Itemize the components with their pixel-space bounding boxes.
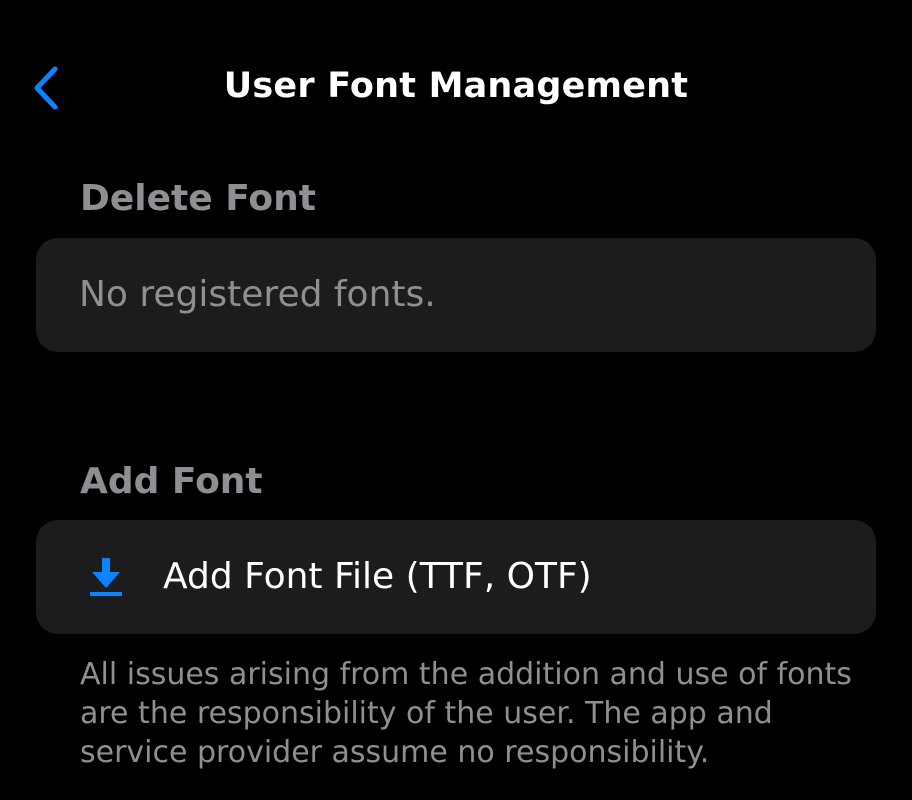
no-fonts-message: No registered fonts. xyxy=(79,274,436,315)
add-font-section-header: Add Font xyxy=(80,461,263,502)
add-font-file-button[interactable]: Add Font File (TTF, OTF) xyxy=(36,520,876,634)
page-title: User Font Management xyxy=(223,66,689,106)
disclaimer-text: All issues arising from the addition and… xyxy=(80,657,852,770)
delete-font-list: No registered fonts. xyxy=(36,238,876,352)
navigation-bar: User Font Management xyxy=(0,40,912,136)
delete-font-section-header: Delete Font xyxy=(80,178,316,219)
add-font-file-label: Add Font File (TTF, OTF) xyxy=(163,556,592,597)
download-icon xyxy=(90,558,122,596)
user-font-management-screen: User Font Management Delete Font No regi… xyxy=(0,0,912,800)
